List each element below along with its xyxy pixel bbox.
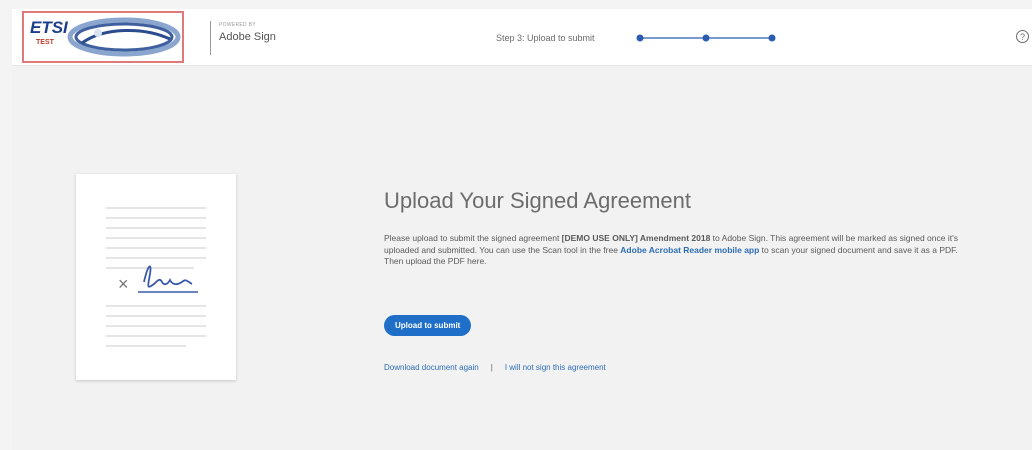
logo-text: ETSI (30, 18, 68, 37)
document-illustration: × (76, 174, 236, 380)
agreement-name: [DEMO USE ONLY] Amendment 2018 (561, 233, 711, 243)
svg-text:×: × (118, 274, 129, 294)
signature-mark (143, 265, 193, 288)
progress-step-1 (636, 34, 644, 42)
brand-name: Adobe Sign (219, 31, 276, 43)
page-title: Upload Your Signed Agreement (384, 188, 692, 213)
description-text-1: Please upload to submit the signed agree… (384, 233, 562, 243)
step-label: Step 3: Upload to submit (496, 33, 595, 43)
powered-by: POWERED BY Adobe Sign (210, 21, 276, 55)
step-progress (636, 34, 776, 42)
help-icon[interactable]: ? (1016, 30, 1029, 43)
logo-subtext: TEST (36, 39, 54, 46)
description: Please upload to submit the signed agree… (384, 233, 964, 268)
upload-to-submit-button[interactable]: Upload to submit (384, 315, 472, 336)
progress-step-2 (702, 34, 710, 42)
progress-step-3 (768, 34, 776, 42)
powered-by-label: POWERED BY (219, 22, 256, 28)
links-separator: | (490, 363, 493, 372)
decline-agreement-link[interactable]: I will not sign this agreement (505, 363, 606, 372)
acrobat-app-link[interactable]: Adobe Acrobat Reader mobile app (620, 245, 759, 255)
secondary-links: Download document again | I will not sign … (384, 363, 606, 372)
download-document-link[interactable]: Download document again (384, 363, 479, 372)
main-content: × Upload Your Signed Agreement Please up… (12, 66, 1032, 450)
top-bar: ETSI TEST POWERED BY Adobe Sign Step 3: … (12, 9, 1032, 66)
etsi-logo: ETSI TEST (22, 11, 184, 63)
